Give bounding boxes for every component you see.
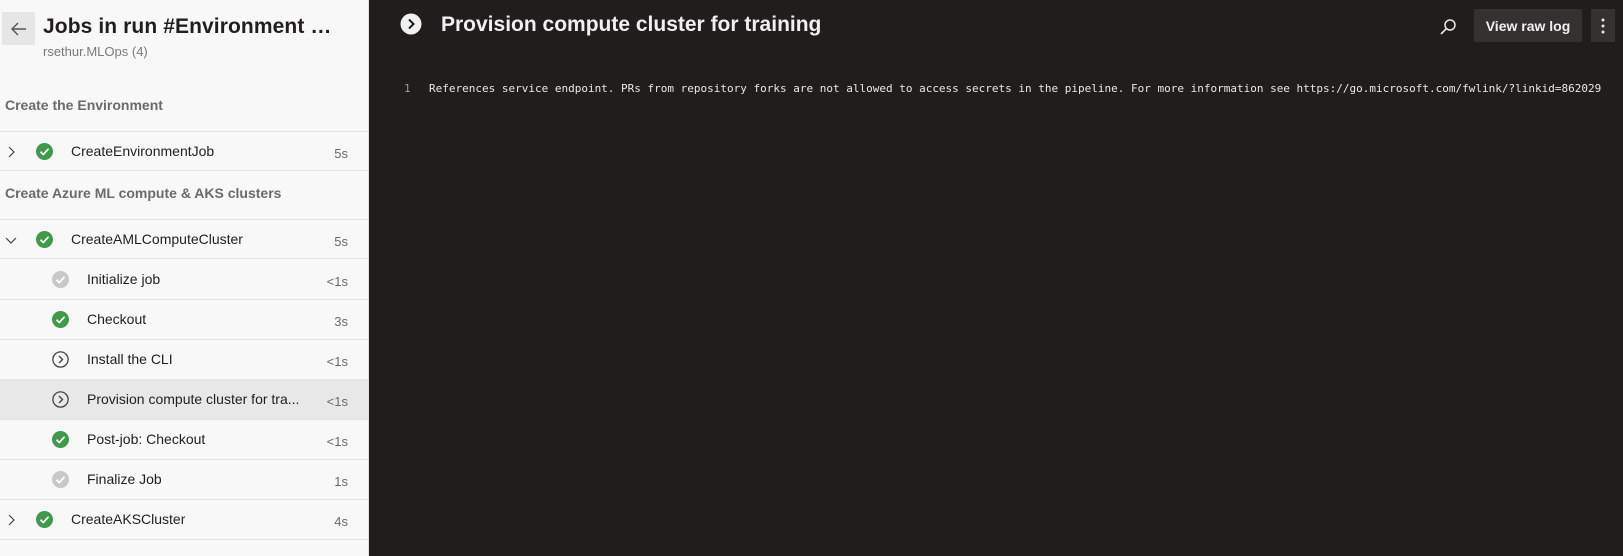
step-row-initialize-job[interactable]: Initialize job <1s <box>0 260 368 300</box>
job-label: CreateEnvironmentJob <box>71 143 215 159</box>
run-title: Jobs in run #Environment Cre... <box>43 15 343 38</box>
job-duration: 4s <box>334 514 348 529</box>
log-line: 1 References service endpoint. PRs from r… <box>404 82 1601 95</box>
step-label: Finalize Job <box>87 471 162 487</box>
job-duration: 5s <box>334 234 348 249</box>
step-row-finalize-job[interactable]: Finalize Job 1s <box>0 460 368 500</box>
step-duration: <1s <box>326 354 348 369</box>
job-row-create-aml-compute[interactable]: CreateAMLComputeCluster 5s <box>0 219 368 259</box>
chevron-down-icon[interactable] <box>4 233 18 247</box>
step-label: Initialize job <box>87 271 161 287</box>
log-line-number: 1 <box>404 82 411 95</box>
job-label: CreateAMLComputeCluster <box>71 231 243 247</box>
search-button[interactable] <box>1435 14 1461 40</box>
success-icon <box>36 231 53 248</box>
step-row-checkout[interactable]: Checkout 3s <box>0 300 368 340</box>
pending-icon <box>52 391 69 408</box>
step-duration: <1s <box>326 394 348 409</box>
skipped-icon <box>52 271 69 288</box>
stage-header: Create Azure ML compute & AKS clusters <box>5 185 282 201</box>
more-options-button[interactable] <box>1591 9 1615 42</box>
step-duration: <1s <box>326 274 348 289</box>
pending-icon <box>400 13 422 35</box>
step-label: Checkout <box>87 311 147 327</box>
step-row-post-job-checkout[interactable]: Post-job: Checkout <1s <box>0 420 368 460</box>
success-icon <box>36 511 53 528</box>
skipped-icon <box>52 471 69 488</box>
job-row-create-aks[interactable]: CreateAKSCluster 4s <box>0 500 368 540</box>
step-row-provision-compute[interactable]: Provision compute cluster for tra... <1s <box>0 380 368 420</box>
back-button[interactable] <box>2 12 35 45</box>
step-duration: 3s <box>334 314 348 329</box>
job-duration: 5s <box>334 146 348 161</box>
step-duration: 1s <box>334 474 348 489</box>
view-raw-log-button[interactable]: View raw log <box>1474 9 1582 42</box>
step-row-install-cli[interactable]: Install the CLI <1s <box>0 340 368 380</box>
more-vertical-icon <box>1601 18 1605 33</box>
step-duration: <1s <box>326 434 348 449</box>
success-icon <box>52 431 69 448</box>
search-icon <box>1440 19 1456 35</box>
stage-header: Create the Environment <box>5 97 163 113</box>
success-icon <box>52 311 69 328</box>
pending-icon <box>52 351 69 368</box>
arrow-left-icon <box>10 22 26 35</box>
step-title: Provision compute cluster for training <box>441 13 822 36</box>
success-icon <box>36 143 53 160</box>
job-row-create-environment[interactable]: CreateEnvironmentJob 5s <box>0 131 368 171</box>
chevron-right-icon[interactable] <box>4 513 18 527</box>
jobs-panel: Jobs in run #Environment Cre... rsethur.… <box>0 0 369 556</box>
step-label: Provision compute cluster for tra... <box>87 391 300 407</box>
log-line-text: References service endpoint. PRs from re… <box>429 82 1602 95</box>
log-panel: Provision compute cluster for training V… <box>369 0 1623 556</box>
job-label: CreateAKSCluster <box>71 511 186 527</box>
step-label: Post-job: Checkout <box>87 431 206 447</box>
run-subtitle: rsethur.MLOps (4) <box>43 44 148 59</box>
step-label: Install the CLI <box>87 351 173 367</box>
chevron-right-icon[interactable] <box>4 145 18 159</box>
